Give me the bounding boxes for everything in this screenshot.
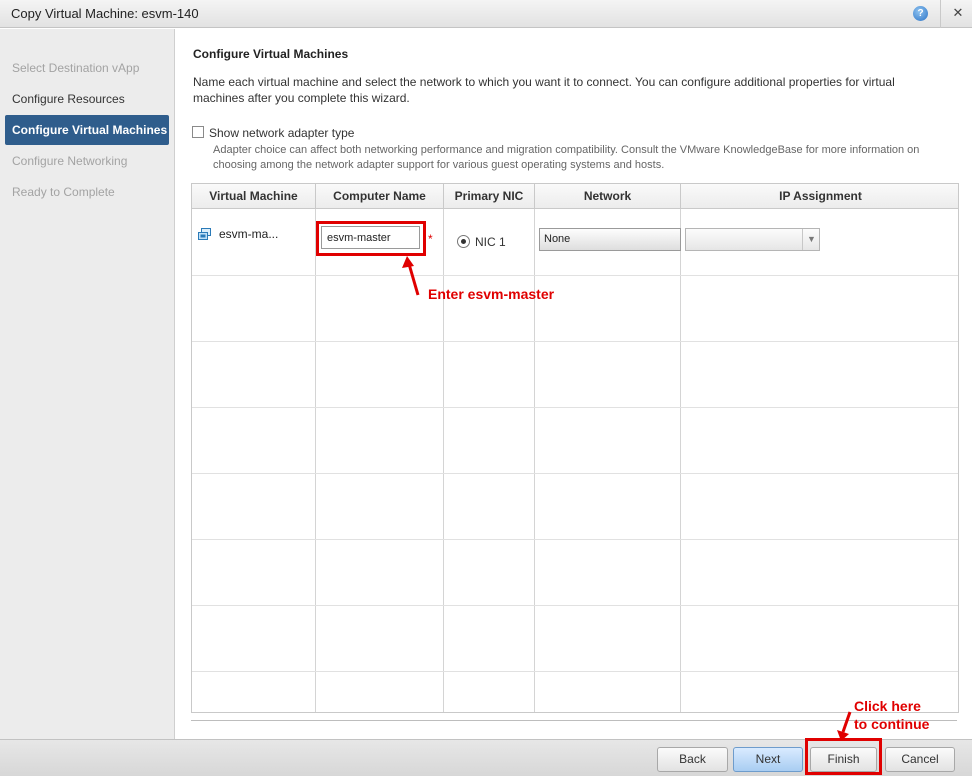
- column-header-ip-assignment[interactable]: IP Assignment: [681, 184, 958, 209]
- row-divider: [192, 605, 958, 606]
- primary-nic-label: NIC 1: [475, 235, 506, 249]
- row-divider: [192, 539, 958, 540]
- step-configure-resources[interactable]: Configure Resources: [5, 84, 169, 114]
- column-divider: [534, 209, 535, 712]
- titlebar-divider: [940, 0, 941, 28]
- step-configure-virtual-machines[interactable]: Configure Virtual Machines: [5, 115, 169, 145]
- virtual-machine-icon: [198, 228, 211, 240]
- column-divider: [315, 209, 316, 712]
- step-ready-to-complete: Ready to Complete: [12, 185, 115, 199]
- step-select-destination-vapp: Select Destination vApp: [12, 61, 140, 75]
- column-header-primary-nic[interactable]: Primary NIC: [444, 184, 535, 209]
- step-configure-networking: Configure Networking: [12, 154, 128, 168]
- table-row-vm-name[interactable]: esvm-ma...: [219, 227, 278, 241]
- network-select[interactable]: None: [539, 228, 681, 251]
- page-description: Name each virtual machine and select the…: [193, 75, 895, 105]
- column-header-virtual-machine[interactable]: Virtual Machine: [192, 184, 316, 209]
- page-title: Configure Virtual Machines: [193, 47, 349, 61]
- cancel-button[interactable]: Cancel: [885, 747, 955, 772]
- help-icon[interactable]: ?: [913, 6, 928, 21]
- adapter-note: Adapter choice can affect both networkin…: [213, 144, 920, 171]
- show-adapter-type-label[interactable]: Show network adapter type: [209, 126, 354, 140]
- primary-nic-radio[interactable]: [457, 235, 470, 248]
- row-divider: [192, 473, 958, 474]
- row-divider: [192, 407, 958, 408]
- column-header-computer-name[interactable]: Computer Name: [316, 184, 444, 209]
- dialog-titlebar: Copy Virtual Machine: esvm-140 ? ✕: [0, 0, 972, 28]
- vm-config-table: Virtual Machine Computer Name Primary NI…: [191, 183, 959, 713]
- required-marker: *: [428, 232, 433, 246]
- table-header: Virtual Machine Computer Name Primary NI…: [192, 184, 958, 209]
- wizard-steps-sidebar: Select Destination vApp Configure Resour…: [0, 29, 175, 739]
- next-button[interactable]: Next: [733, 747, 803, 772]
- ip-assignment-select[interactable]: ▼: [685, 228, 820, 251]
- show-adapter-type-checkbox[interactable]: [192, 126, 204, 138]
- column-divider: [680, 209, 681, 712]
- wizard-content: Configure Virtual Machines Name each vir…: [176, 29, 972, 739]
- annotation-enter-name: Enter esvm-master: [428, 286, 555, 302]
- annotation-click-here: Click here: [854, 698, 921, 714]
- column-header-network[interactable]: Network: [535, 184, 681, 209]
- finish-button-highlight: [805, 738, 882, 775]
- computer-name-highlight: [316, 221, 426, 256]
- chevron-down-icon[interactable]: ▼: [802, 229, 820, 250]
- close-icon[interactable]: ✕: [950, 5, 966, 21]
- back-button[interactable]: Back: [657, 747, 728, 772]
- annotation-to-continue: to continue: [854, 716, 930, 732]
- row-divider: [192, 275, 958, 276]
- annotation-arrow-up: [402, 256, 420, 296]
- row-divider: [192, 341, 958, 342]
- dialog-title: Copy Virtual Machine: esvm-140: [11, 6, 199, 21]
- column-divider: [443, 209, 444, 712]
- row-divider: [192, 671, 958, 672]
